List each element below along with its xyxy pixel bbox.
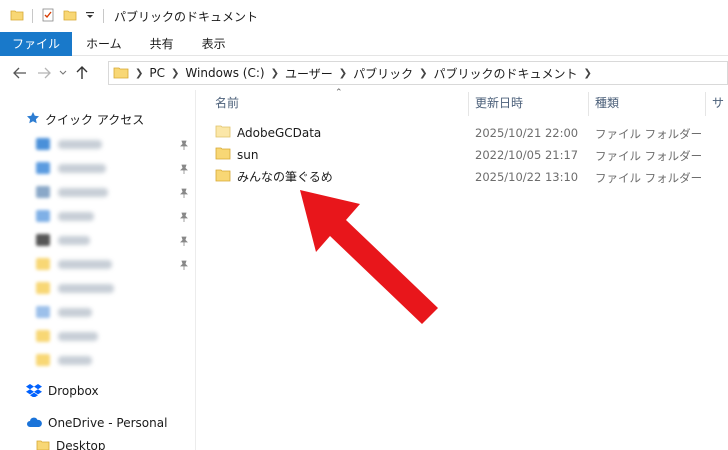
back-arrow-icon[interactable] (8, 61, 32, 85)
breadcrumb-public[interactable]: パブリック (353, 65, 413, 82)
file-name: みんなの筆ぐるめ (237, 170, 333, 184)
cloud-icon (26, 416, 42, 431)
dropbox-label: Dropbox (48, 384, 99, 398)
window-title: パブリックのドキュメント (114, 9, 259, 24)
onedrive-label: OneDrive - Personal (48, 416, 168, 430)
list-item[interactable] (36, 208, 94, 224)
folder-icon (215, 124, 231, 141)
tab-file[interactable]: ファイル (0, 32, 73, 56)
divider (32, 9, 33, 23)
file-date: 2025/10/22 13:10 (475, 170, 579, 184)
tab-view[interactable]: 表示 (188, 32, 240, 56)
title-bar: パブリックのドキュメント (0, 0, 728, 32)
folder-icon (215, 146, 231, 163)
table-row[interactable]: sun 2022/10/05 21:17 ファイル フォルダー (197, 143, 728, 165)
column-header-date[interactable]: 更新日時 (475, 90, 523, 116)
list-item[interactable] (36, 304, 92, 320)
breadcrumb-public-documents[interactable]: パブリックのドキュメント (434, 65, 578, 82)
chevron-right-icon[interactable]: ❯ (135, 68, 143, 79)
chevron-right-icon[interactable]: ❯ (171, 68, 179, 79)
ribbon-tabs: ファイル ホーム 共有 表示 (0, 32, 728, 56)
table-row[interactable]: AdobeGCData 2025/10/21 22:00 ファイル フォルダー (197, 121, 728, 143)
file-type: ファイル フォルダー (595, 127, 703, 141)
pin-icon[interactable] (179, 259, 189, 270)
quick-access[interactable]: クイック アクセス (26, 110, 144, 128)
list-item[interactable] (36, 184, 108, 200)
breadcrumb-users[interactable]: ユーザー (285, 65, 333, 82)
checkmark-doc-icon[interactable] (41, 8, 55, 25)
pin-icon[interactable] (179, 139, 189, 150)
column-header-name[interactable]: 名前 (215, 90, 239, 116)
tab-share[interactable]: 共有 (136, 32, 188, 56)
table-row[interactable]: みんなの筆ぐるめ 2025/10/22 13:10 ファイル フォルダー (197, 165, 728, 187)
navigation-bar: ❯ PC ❯ Windows (C:) ❯ ユーザー ❯ パブリック ❯ パブリ… (0, 56, 728, 90)
address-bar[interactable]: ❯ PC ❯ Windows (C:) ❯ ユーザー ❯ パブリック ❯ パブリ… (108, 61, 728, 85)
file-list: ⌃ 名前 更新日時 種類 サ AdobeGCData 2025/10/21 22… (197, 88, 728, 450)
file-name: sun (237, 147, 259, 162)
column-divider[interactable] (468, 92, 469, 116)
forward-arrow-icon[interactable] (32, 61, 56, 85)
dropdown-icon[interactable] (85, 8, 95, 25)
dropbox-icon (26, 383, 42, 400)
list-item[interactable] (36, 256, 112, 272)
folder-icon (36, 439, 50, 450)
file-type: ファイル フォルダー (595, 149, 703, 163)
column-divider[interactable] (588, 92, 589, 116)
file-type: ファイル フォルダー (595, 171, 703, 185)
list-item[interactable] (36, 160, 106, 176)
folder-icon (215, 168, 231, 185)
chevron-right-icon[interactable]: ❯ (584, 68, 592, 79)
pin-icon[interactable] (179, 235, 189, 246)
star-icon (26, 111, 40, 128)
chevron-right-icon[interactable]: ❯ (271, 68, 279, 79)
folder-icon[interactable] (63, 8, 77, 25)
breadcrumb-pc[interactable]: PC (149, 66, 165, 80)
file-name: AdobeGCData (237, 125, 322, 140)
column-header-size[interactable]: サ (712, 90, 724, 116)
recent-chevron-icon[interactable] (56, 61, 70, 85)
list-item[interactable] (36, 136, 102, 152)
tab-home[interactable]: ホーム (72, 32, 136, 56)
chevron-right-icon[interactable]: ❯ (419, 68, 427, 79)
column-divider[interactable] (705, 92, 706, 116)
pin-icon[interactable] (179, 211, 189, 222)
divider (103, 9, 104, 23)
navigation-pane: クイック アクセス Dropbox OneDrive - Personal De… (0, 90, 196, 450)
list-item[interactable] (36, 280, 114, 296)
pin-icon[interactable] (179, 163, 189, 174)
nav-desktop[interactable]: Desktop (36, 437, 106, 450)
up-arrow-icon[interactable] (70, 61, 94, 85)
folder-icon[interactable] (10, 8, 24, 25)
folder-icon (113, 65, 129, 82)
pin-icon[interactable] (179, 187, 189, 198)
list-item[interactable] (36, 232, 90, 248)
file-date: 2025/10/21 22:00 (475, 126, 579, 140)
sort-ascending-icon: ⌃ (335, 88, 343, 98)
nav-dropbox[interactable]: Dropbox (26, 382, 99, 400)
desktop-label: Desktop (56, 439, 106, 450)
breadcrumb-drive[interactable]: Windows (C:) (185, 66, 264, 80)
list-item[interactable] (36, 328, 98, 344)
list-item[interactable] (36, 352, 92, 368)
quick-access-label: クイック アクセス (45, 112, 145, 127)
nav-onedrive[interactable]: OneDrive - Personal (26, 414, 167, 432)
chevron-right-icon[interactable]: ❯ (339, 68, 347, 79)
column-header-type[interactable]: 種類 (595, 90, 619, 116)
file-date: 2022/10/05 21:17 (475, 148, 579, 162)
